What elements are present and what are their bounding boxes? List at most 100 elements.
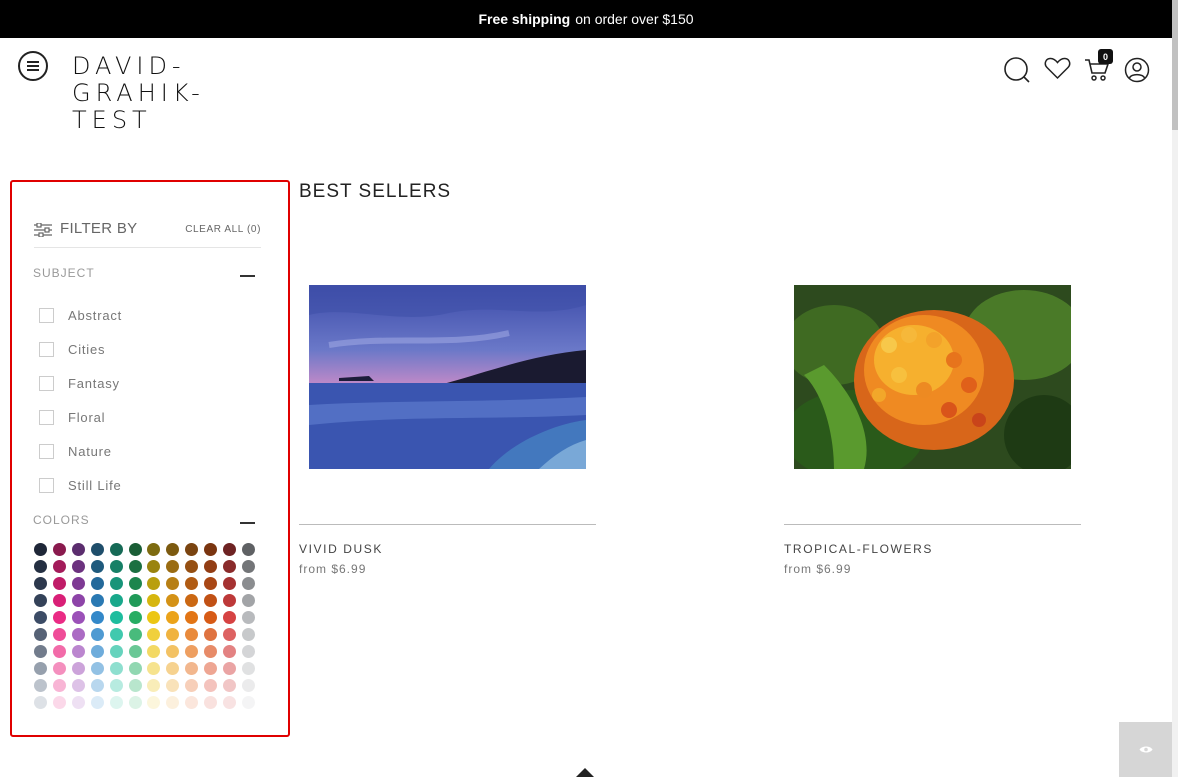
color-swatch[interactable] xyxy=(147,594,161,607)
color-swatch[interactable] xyxy=(166,679,180,692)
color-swatch[interactable] xyxy=(109,543,123,556)
color-swatch[interactable] xyxy=(185,543,199,556)
product-name[interactable]: VIVID DUSK xyxy=(299,542,383,556)
clear-all-button[interactable]: CLEAR ALL (0) xyxy=(185,224,261,235)
subject-option-floral[interactable]: Floral xyxy=(39,400,122,434)
color-swatch[interactable] xyxy=(52,611,66,624)
color-swatch[interactable] xyxy=(52,696,66,709)
color-swatch[interactable] xyxy=(241,645,255,658)
color-swatch[interactable] xyxy=(34,628,47,641)
color-swatch[interactable] xyxy=(90,594,104,607)
color-swatch[interactable] xyxy=(185,611,199,624)
color-swatch[interactable] xyxy=(185,594,199,607)
product-name[interactable]: TROPICAL-FLOWERS xyxy=(784,542,933,556)
site-logo[interactable]: DAVID- GRAHIK- TEST xyxy=(72,53,232,134)
color-swatch[interactable] xyxy=(241,696,255,709)
user-icon[interactable] xyxy=(1124,57,1150,83)
color-swatch[interactable] xyxy=(204,543,218,556)
color-swatch[interactable] xyxy=(223,679,236,692)
subject-option-abstract[interactable]: Abstract xyxy=(39,298,122,332)
color-swatch[interactable] xyxy=(223,577,236,590)
color-swatch[interactable] xyxy=(109,594,123,607)
color-swatch[interactable] xyxy=(166,594,180,607)
color-swatch[interactable] xyxy=(128,696,142,709)
scroll-up-arrow-icon[interactable] xyxy=(576,768,594,777)
color-swatch[interactable] xyxy=(90,560,104,573)
color-swatch[interactable] xyxy=(166,560,180,573)
color-swatch[interactable] xyxy=(90,662,104,675)
subject-option-nature[interactable]: Nature xyxy=(39,434,122,468)
color-swatch[interactable] xyxy=(185,577,199,590)
color-swatch[interactable] xyxy=(223,696,236,709)
color-swatch[interactable] xyxy=(71,611,85,624)
color-swatch[interactable] xyxy=(128,543,142,556)
color-swatch[interactable] xyxy=(166,543,180,556)
color-swatch[interactable] xyxy=(204,696,218,709)
color-swatch[interactable] xyxy=(241,628,255,641)
search-icon[interactable] xyxy=(1003,56,1031,84)
color-swatch[interactable] xyxy=(52,577,66,590)
color-swatch[interactable] xyxy=(185,696,199,709)
color-swatch[interactable] xyxy=(204,662,218,675)
color-swatch[interactable] xyxy=(241,560,255,573)
color-swatch[interactable] xyxy=(204,611,218,624)
checkbox[interactable] xyxy=(39,409,54,425)
scrollbar-thumb[interactable] xyxy=(1172,0,1178,130)
color-swatch[interactable] xyxy=(204,628,218,641)
color-swatch[interactable] xyxy=(52,543,66,556)
color-swatch[interactable] xyxy=(166,628,180,641)
subject-option-cities[interactable]: Cities xyxy=(39,332,122,366)
color-swatch[interactable] xyxy=(34,577,47,590)
color-swatch[interactable] xyxy=(52,662,66,675)
color-swatch[interactable] xyxy=(34,543,47,556)
checkbox[interactable] xyxy=(39,443,54,459)
color-swatch[interactable] xyxy=(34,594,47,607)
color-swatch[interactable] xyxy=(223,645,236,658)
color-swatch[interactable] xyxy=(128,577,142,590)
color-swatch[interactable] xyxy=(147,679,161,692)
color-swatch[interactable] xyxy=(241,543,255,556)
color-swatch[interactable] xyxy=(147,560,161,573)
color-swatch[interactable] xyxy=(109,611,123,624)
color-swatch[interactable] xyxy=(71,594,85,607)
subject-collapse-icon[interactable] xyxy=(240,275,255,277)
color-swatch[interactable] xyxy=(109,645,123,658)
color-swatch[interactable] xyxy=(147,543,161,556)
color-swatch[interactable] xyxy=(185,645,199,658)
color-swatch[interactable] xyxy=(223,594,236,607)
subject-option-fantasy[interactable]: Fantasy xyxy=(39,366,122,400)
color-swatch[interactable] xyxy=(71,628,85,641)
color-swatch[interactable] xyxy=(52,628,66,641)
color-swatch[interactable] xyxy=(109,577,123,590)
color-swatch[interactable] xyxy=(109,696,123,709)
color-swatch[interactable] xyxy=(128,611,142,624)
checkbox[interactable] xyxy=(39,307,54,323)
color-swatch[interactable] xyxy=(185,628,199,641)
color-swatch[interactable] xyxy=(166,696,180,709)
color-swatch[interactable] xyxy=(128,594,142,607)
color-swatch[interactable] xyxy=(128,679,142,692)
checkbox[interactable] xyxy=(39,341,54,357)
color-swatch[interactable] xyxy=(71,543,85,556)
color-swatch[interactable] xyxy=(147,645,161,658)
color-swatch[interactable] xyxy=(223,611,236,624)
color-swatch[interactable] xyxy=(204,560,218,573)
color-swatch[interactable] xyxy=(147,611,161,624)
color-swatch[interactable] xyxy=(90,543,104,556)
color-swatch[interactable] xyxy=(109,628,123,641)
color-swatch[interactable] xyxy=(71,696,85,709)
subject-section-title[interactable]: SUBJECT xyxy=(33,266,95,280)
menu-button[interactable] xyxy=(18,51,48,81)
color-swatch[interactable] xyxy=(71,662,85,675)
color-swatch[interactable] xyxy=(147,628,161,641)
color-swatch[interactable] xyxy=(52,645,66,658)
color-swatch[interactable] xyxy=(241,679,255,692)
checkbox[interactable] xyxy=(39,477,54,493)
color-swatch[interactable] xyxy=(241,662,255,675)
color-swatch[interactable] xyxy=(223,628,236,641)
checkbox[interactable] xyxy=(39,375,54,391)
color-swatch[interactable] xyxy=(223,560,236,573)
color-swatch[interactable] xyxy=(241,611,255,624)
color-swatch[interactable] xyxy=(90,628,104,641)
color-swatch[interactable] xyxy=(128,560,142,573)
